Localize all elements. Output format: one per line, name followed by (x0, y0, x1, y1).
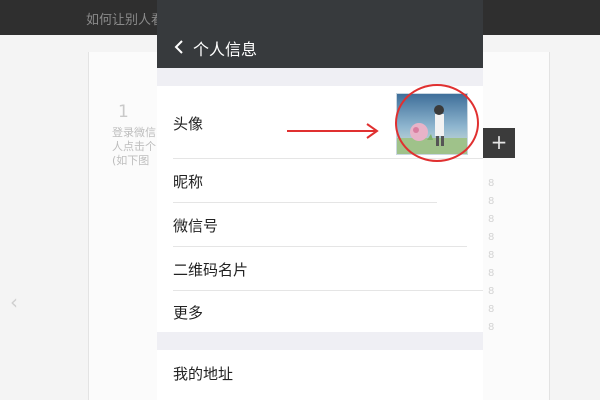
side-mark: 8 (488, 322, 495, 333)
background-side-marks: 8 8 8 8 8 8 8 8 8 (488, 175, 518, 337)
row-label: 昵称 (173, 173, 204, 191)
background-prev-arrow-icon[interactable]: ‹ (10, 290, 18, 314)
side-mark: 8 (488, 268, 495, 279)
background-step-number: 1 (118, 102, 129, 122)
nav-header: 个人信息 (157, 0, 483, 68)
side-mark: 8 (488, 304, 495, 315)
row-qr-code[interactable]: 二维码名片 (157, 246, 483, 290)
row-label: 微信号 (173, 217, 219, 235)
address-group: 我的地址 (157, 350, 483, 400)
row-my-address[interactable]: 我的地址 (157, 350, 483, 394)
row-label: 我的地址 (173, 365, 234, 383)
side-mark: 8 (488, 214, 495, 225)
row-label: 头像 (173, 115, 204, 133)
phone-screen: 个人信息 头像 昵称 微信号 二维码名片 更多 我的地址 (157, 0, 483, 400)
row-label: 二维码名片 (173, 261, 249, 279)
row-wechat-id[interactable]: 微信号 (157, 202, 483, 246)
chevron-left-icon[interactable] (171, 38, 189, 56)
page-title: 个人信息 (193, 40, 258, 59)
side-mark: 8 (488, 250, 495, 261)
background-step-text: 登录微信人点击个(如下图 (112, 126, 156, 167)
annotation-circle (395, 84, 479, 162)
side-mark: 8 (488, 178, 495, 189)
side-mark: 8 (488, 232, 495, 243)
background-plus-button[interactable]: + (483, 128, 515, 158)
side-mark: 8 (488, 196, 495, 207)
side-mark: 8 (488, 286, 495, 297)
row-nickname[interactable]: 昵称 (157, 158, 483, 202)
row-more[interactable]: 更多 (157, 290, 483, 332)
annotation-arrow-icon (287, 123, 379, 139)
row-label: 更多 (173, 304, 204, 322)
background-article-title: 如何让别人看 (86, 13, 165, 28)
